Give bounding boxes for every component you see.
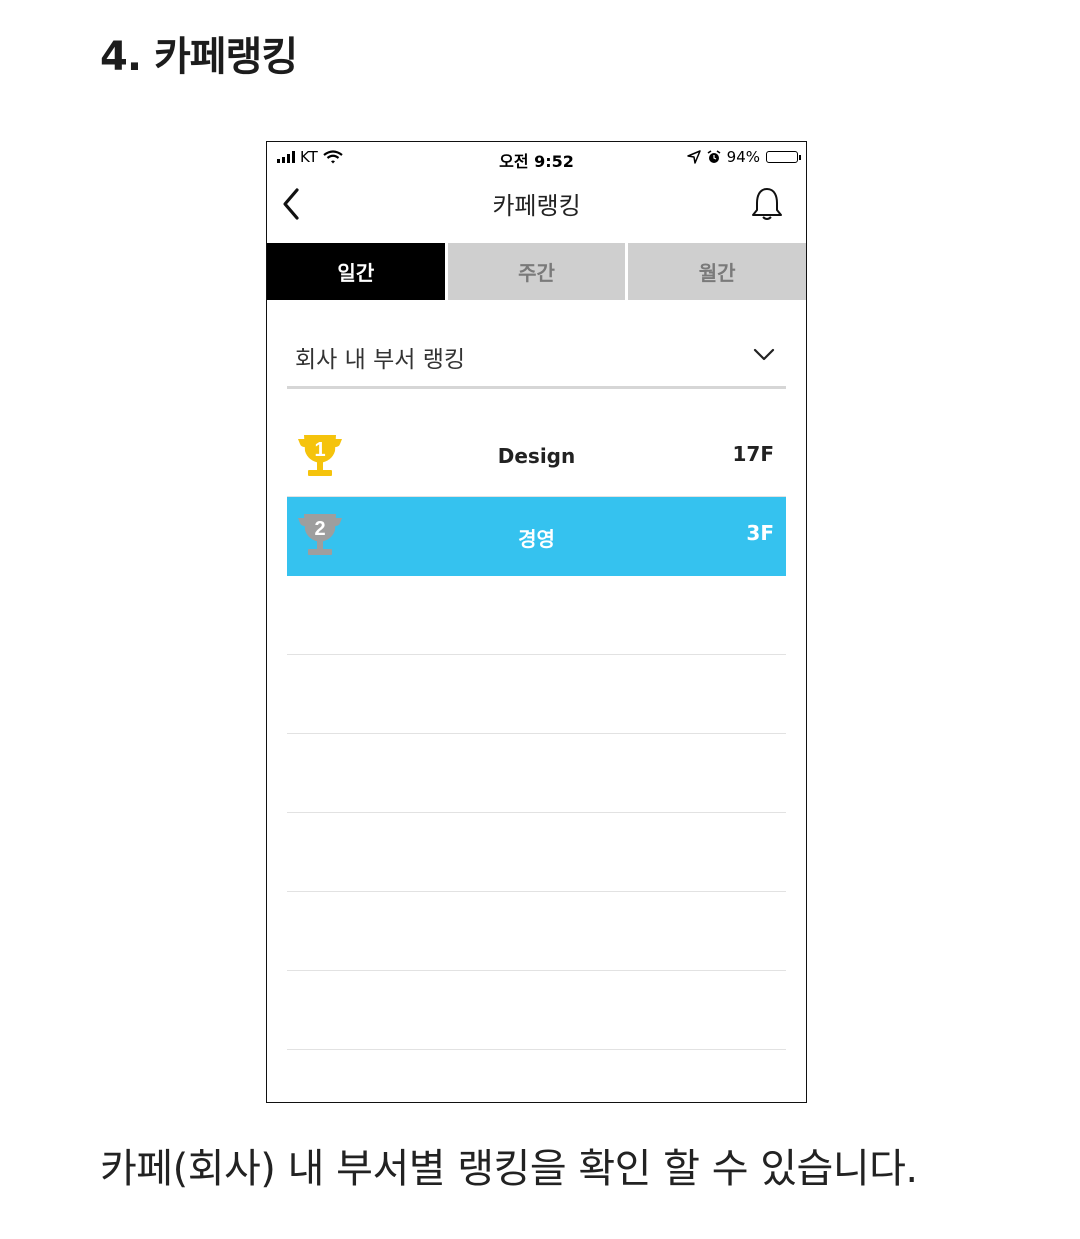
page-title: 카페랭킹 xyxy=(492,192,581,220)
tab-weekly[interactable]: 주간 xyxy=(444,243,626,300)
floor-label: 17F xyxy=(732,442,775,466)
navigation-bar: 카페랭킹 xyxy=(267,172,806,242)
status-bar: KT 오전 9:52 94% xyxy=(267,142,806,172)
ranking-list: 1 Design 17F 2 경영 3F xyxy=(287,418,786,1050)
tab-monthly[interactable]: 월간 xyxy=(625,243,806,300)
empty-row xyxy=(287,892,786,971)
status-right: 94% xyxy=(686,148,801,166)
alarm-icon xyxy=(707,150,721,163)
department-name: 경영 xyxy=(518,527,555,551)
empty-row xyxy=(287,655,786,734)
floor-label: 3F xyxy=(746,521,774,545)
location-arrow-icon xyxy=(686,150,701,164)
section-title: 4. 카페랭킹 xyxy=(100,34,298,80)
ranking-scope-dropdown[interactable]: 회사 내 부서 랭킹 xyxy=(287,332,786,389)
empty-row xyxy=(287,576,786,655)
tab-daily[interactable]: 일간 xyxy=(267,243,445,300)
dropdown-selected-label: 회사 내 부서 랭킹 xyxy=(295,347,466,373)
battery-icon xyxy=(766,151,801,163)
empty-row xyxy=(287,734,786,813)
caption-text: 카페(회사) 내 부서별 랭킹을 확인 할 수 있습니다. xyxy=(100,1146,918,1192)
empty-row xyxy=(287,813,786,892)
bell-icon[interactable] xyxy=(750,186,784,222)
ranking-row[interactable]: 1 Design 17F xyxy=(287,418,786,497)
ranking-row-highlighted[interactable]: 2 경영 3F xyxy=(287,497,786,576)
empty-row xyxy=(287,971,786,1050)
period-tabs: 일간 주간 월간 xyxy=(267,243,806,300)
phone-screenshot: KT 오전 9:52 94% 카페랭킹 일간 주간 월간 회사 내 부서 랭킹 … xyxy=(266,141,807,1103)
department-name: Design xyxy=(497,444,576,468)
chevron-down-icon xyxy=(753,348,775,361)
battery-percent: 94% xyxy=(726,148,760,166)
